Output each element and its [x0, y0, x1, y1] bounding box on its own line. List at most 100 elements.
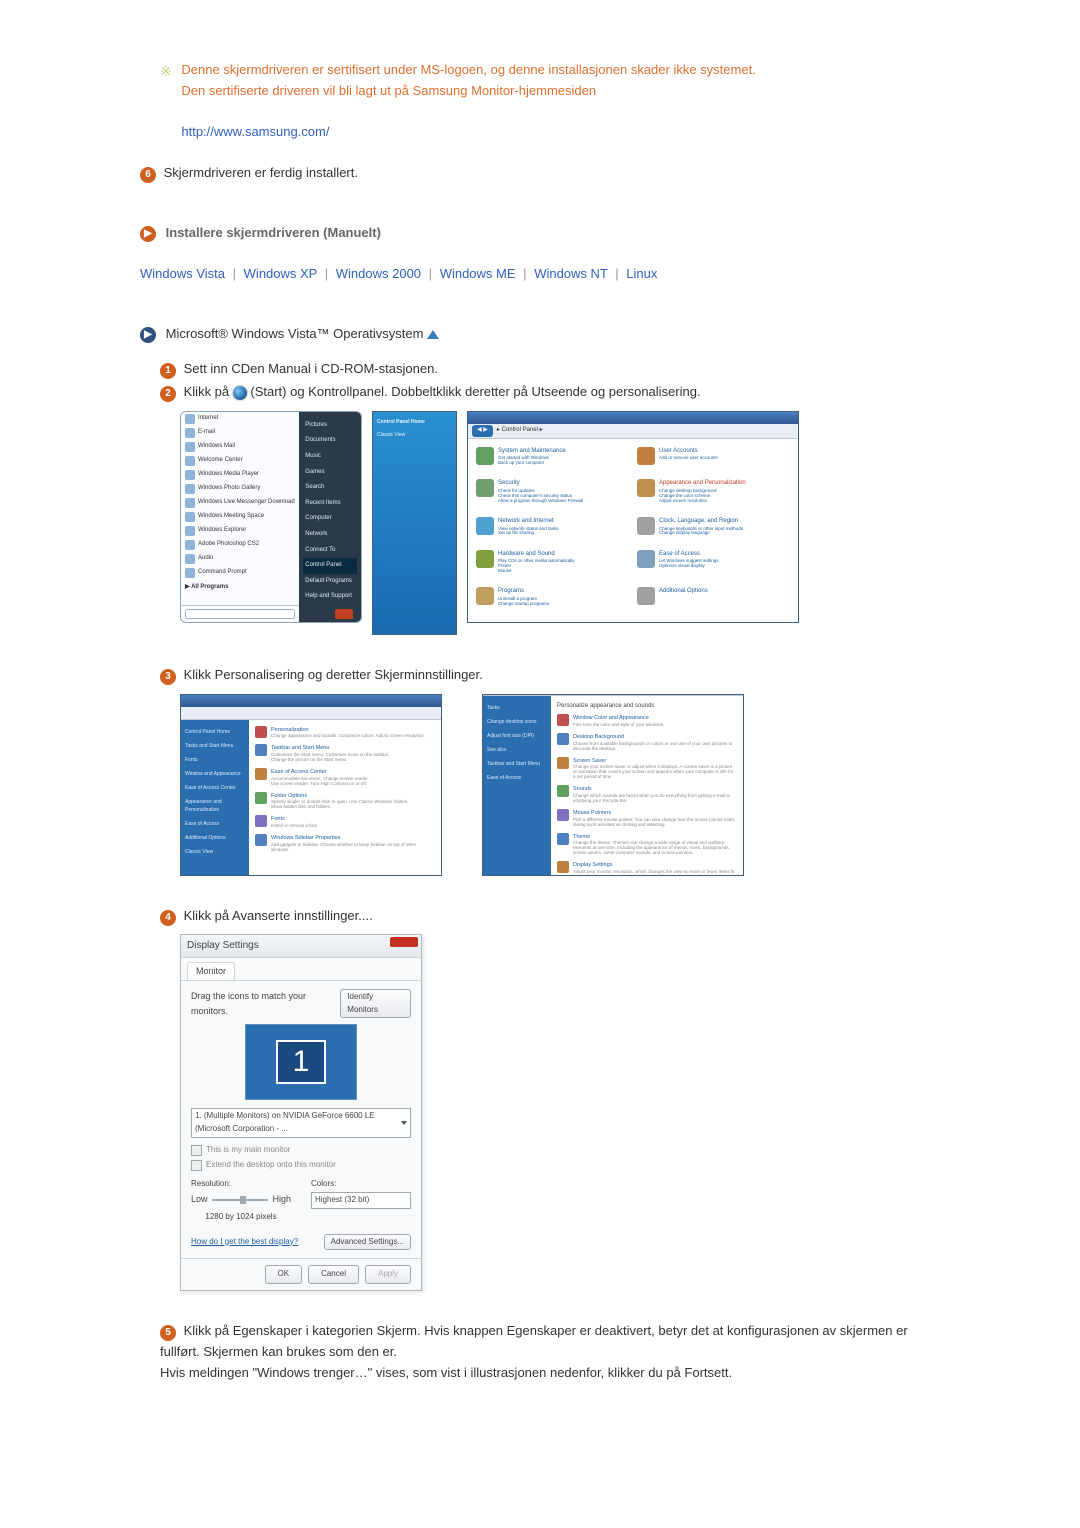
vista-heading: ▶ Microsoft® Windows Vista™ Operativsyst… — [140, 324, 940, 345]
start-menu-right-item: Network — [303, 527, 357, 543]
drag-label: Drag the icons to match your monitors. — [191, 989, 340, 1018]
pers-item: Taskbar and Start MenuCustomize the Star… — [255, 744, 435, 763]
screenshot-row-2: Control Panel HomeTasks and Start MenuFo… — [180, 694, 940, 876]
control-panel-window: ◀ ▶ ▸ Control Panel ▸ System and Mainten… — [467, 411, 799, 623]
pers-item: Desktop BackgroundChoose from available … — [557, 733, 737, 752]
advanced-settings-button[interactable]: Advanced Settings... — [324, 1234, 411, 1251]
pers-item: ThemeChange the theme. Themes can change… — [557, 833, 737, 857]
start-menu-item: Windows Explorer — [181, 524, 299, 538]
pers-item: PersonalizationChange appearance and sou… — [255, 726, 435, 740]
start-menu-right-item: Documents — [303, 433, 357, 449]
vista-step-5: 5 Klikk på Egenskaper i kategorien Skjer… — [160, 1321, 940, 1383]
monitor-1[interactable]: 1 — [276, 1040, 326, 1084]
step-num-2: 2 — [160, 386, 176, 402]
main-monitor-checkbox: This is my main monitor — [191, 1144, 411, 1157]
pers-item: Window Color and AppearanceFine tune the… — [557, 714, 737, 728]
step2-text-a: Klikk på — [184, 384, 233, 399]
classic-title: Control Panel Home — [377, 418, 452, 426]
collapse-icon[interactable] — [427, 330, 439, 339]
cp-category: User AccountsAdd or remove user accounts — [637, 447, 790, 474]
ok-button[interactable]: OK — [265, 1265, 303, 1284]
manual-title: Installere skjermdriveren (Manuelt) — [166, 225, 381, 240]
link-windows-xp[interactable]: Windows XP — [244, 266, 317, 281]
cp-category: Additional Options — [637, 587, 790, 614]
samsung-link[interactable]: http://www.samsung.com/ — [181, 124, 329, 139]
start-menu-item: Welcome Center — [181, 454, 299, 468]
start-menu-right-item: Control Panel — [303, 558, 357, 574]
link-windows-vista[interactable]: Windows Vista — [140, 266, 225, 281]
power-buttons — [303, 605, 357, 619]
start-menu-right-item: Connect To — [303, 543, 357, 559]
vista-os-title: Microsoft® Windows Vista™ Operativsystem — [166, 326, 424, 341]
apply-button: Apply — [365, 1265, 411, 1284]
start-menu-right-item: Computer — [303, 511, 357, 527]
step-num-4: 4 — [160, 910, 176, 926]
start-menu-item: E-mail — [181, 426, 299, 440]
start-menu-right-item: Help and Support — [303, 589, 357, 605]
resolution-value: 1280 by 1024 pixels — [191, 1211, 291, 1224]
resolution-slider[interactable]: Low High — [191, 1192, 291, 1206]
step5-text: Klikk på Egenskaper i kategorien Skjerm.… — [160, 1323, 908, 1380]
note-icon: ※ — [160, 60, 172, 82]
note-line2: Den sertifiserte driveren vil bli lagt u… — [181, 83, 596, 98]
pers-item: Windows Sidebar PropertiesAdd gadgets to… — [255, 834, 435, 853]
tab-monitor[interactable]: Monitor — [187, 962, 235, 979]
start-menu-item: Windows Meeting Space — [181, 510, 299, 524]
colors-select[interactable]: Highest (32 bit) — [311, 1192, 411, 1209]
resolution-label: Resolution: — [191, 1178, 291, 1191]
colors-label: Colors: — [311, 1178, 411, 1191]
step2-text-b: (Start) og Kontrollpanel. Dobbeltklikk d… — [250, 384, 700, 399]
cp-category: Ease of AccessLet Windows suggest settin… — [637, 550, 790, 582]
manual-install-heading: ▶ Installere skjermdriveren (Manuelt) — [140, 223, 940, 244]
close-icon[interactable] — [390, 937, 418, 947]
cp-titlebar — [468, 412, 798, 424]
link-windows-nt[interactable]: Windows NT — [534, 266, 607, 281]
vista-start-menu: InternetE-mailWindows MailWelcome Center… — [180, 411, 362, 623]
classic-view-pane: Control Panel Home Classic View — [372, 411, 457, 635]
start-menu-item: Adobe Photoshop CS2 — [181, 538, 299, 552]
pers-item: Ease of Access CenterAccommodate low vis… — [255, 768, 435, 787]
cancel-button[interactable]: Cancel — [308, 1265, 359, 1284]
display-settings-dialog: Display Settings Monitor Drag the icons … — [180, 934, 422, 1291]
start-menu-item: Windows Media Player — [181, 468, 299, 482]
monitor-select[interactable]: 1. (Multiple Monitors) on NVIDIA GeForce… — [191, 1108, 411, 1138]
monitor-preview[interactable]: 1 — [245, 1024, 357, 1100]
all-programs: ▶ All Programs — [181, 580, 299, 596]
cp-category: SecurityCheck for updatesCheck this comp… — [476, 479, 629, 511]
screenshot-row-3: Display Settings Monitor Drag the icons … — [180, 934, 940, 1291]
cp-category: Clock, Language, and RegionChange keyboa… — [637, 517, 790, 544]
step1-text: Sett inn CDen Manual i CD-ROM-stasjonen. — [184, 361, 438, 376]
cp-category: System and MaintenanceGet started with W… — [476, 447, 629, 474]
start-menu-item: Command Prompt — [181, 566, 299, 580]
extend-desktop-checkbox: Extend the desktop onto this monitor — [191, 1159, 411, 1172]
cp-category: Network and InternetView network status … — [476, 517, 629, 544]
start-menu-item: Windows Photo Gallery — [181, 482, 299, 496]
classic-view: Classic View — [377, 430, 452, 440]
link-windows-me[interactable]: Windows ME — [440, 266, 516, 281]
identify-monitors-button[interactable]: Identify Monitors — [340, 989, 411, 1019]
note-line1: Denne skjermdriveren er sertifisert unde… — [181, 62, 755, 77]
cp-category: ProgramsUninstall a programChange startu… — [476, 587, 629, 614]
start-menu-right-item: Recent Items — [303, 496, 357, 512]
start-menu-right-item: Music — [303, 449, 357, 465]
best-display-link[interactable]: How do I get the best display? — [191, 1236, 298, 1249]
start-menu-item: Windows Mail — [181, 440, 299, 454]
vista-step-1: 1 Sett inn CDen Manual i CD-ROM-stasjone… — [160, 359, 940, 380]
step4-text: Klikk på Avanserte innstillinger.... — [184, 908, 373, 923]
link-windows-2000[interactable]: Windows 2000 — [336, 266, 421, 281]
start-menu-item: Internet — [181, 412, 299, 426]
start-menu-item: Windows Live Messenger Download — [181, 496, 299, 510]
vista-step-4: 4 Klikk på Avanserte innstillinger.... — [160, 906, 940, 927]
cp-breadcrumb: ▸ Control Panel ▸ — [497, 426, 543, 436]
start-menu-right-item: Search — [303, 480, 357, 496]
step-num-3: 3 — [160, 669, 176, 685]
play-icon: ▶ — [140, 327, 156, 343]
step-6: 6 Skjermdriveren er ferdig installert. — [140, 163, 940, 184]
step-num-6: 6 — [140, 167, 156, 183]
link-linux[interactable]: Linux — [626, 266, 657, 281]
start-menu-item: Audio — [181, 552, 299, 566]
pers-item: Folder OptionsSpecify single- or double-… — [255, 792, 435, 811]
pers-item: Screen SaverChange your screen saver or … — [557, 757, 737, 781]
pers-item: FontsInstall or remove a font. — [255, 815, 435, 829]
step3-text: Klikk Personalisering og deretter Skjerm… — [184, 667, 483, 682]
